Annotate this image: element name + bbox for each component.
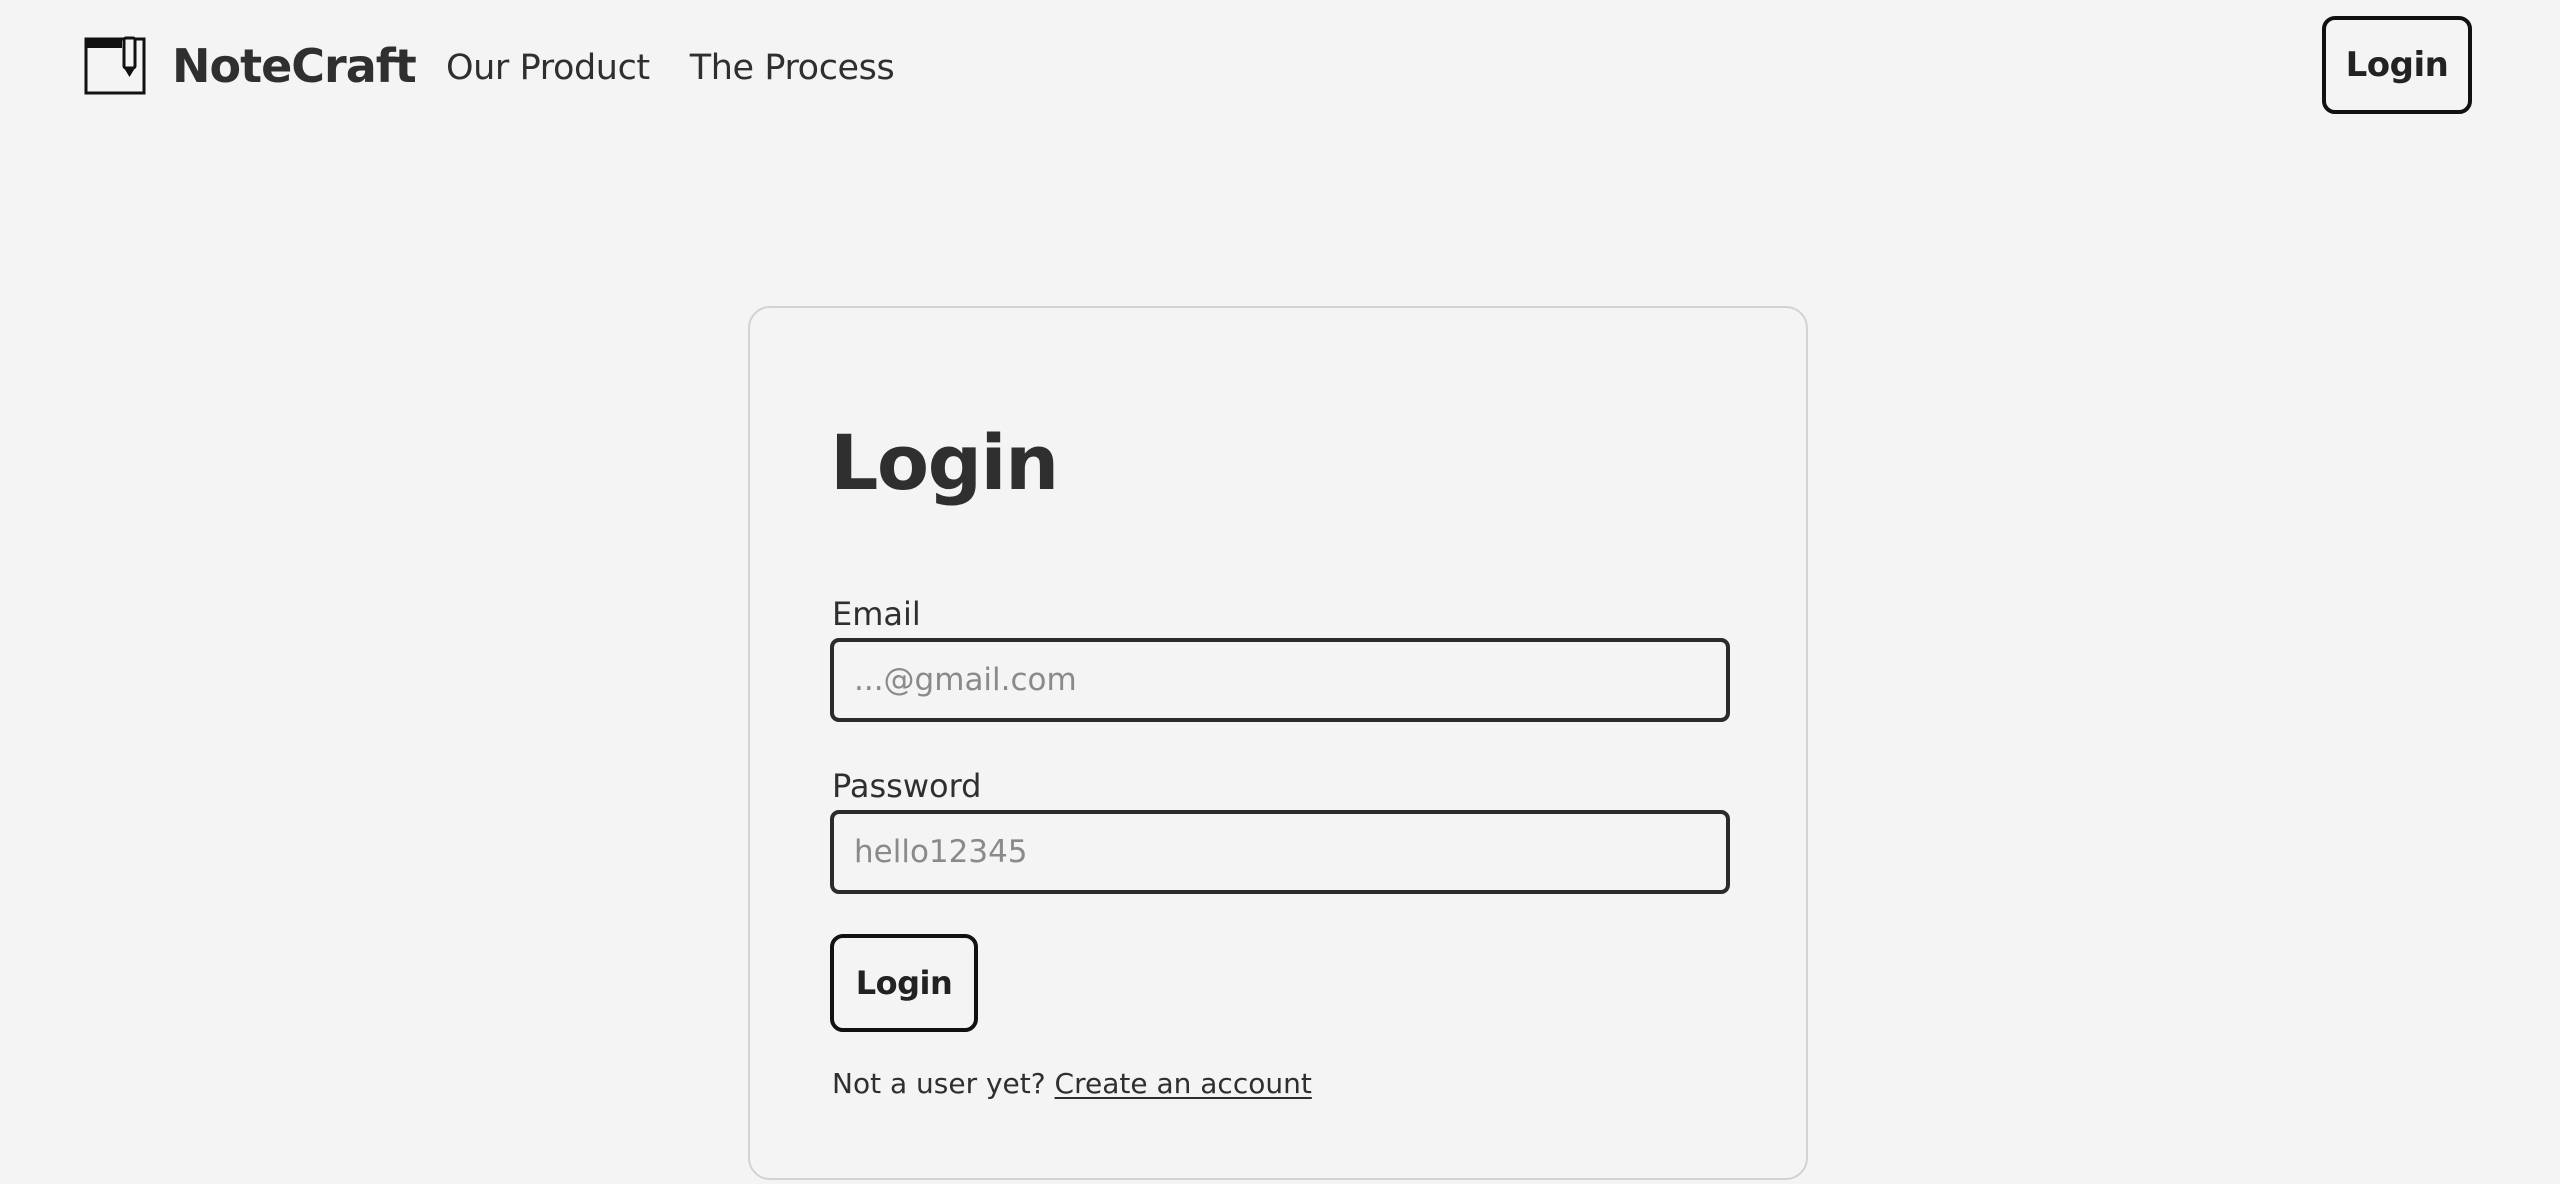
site-header: NoteCraft Our Product The Process Login [0,0,2560,136]
header-login-button[interactable]: Login [2322,16,2472,114]
notebook-pencil-icon [84,36,146,95]
main-nav: Our Product The Process [446,40,934,96]
login-card: Login Email Password Login Not a user ye… [748,306,1808,1180]
password-label: Password [832,767,982,805]
nav-link-the-process[interactable]: The Process [690,40,895,96]
login-title: Login [830,418,1059,507]
brand-name: NoteCraft [172,39,417,93]
password-input[interactable] [830,810,1730,894]
signup-prompt: Not a user yet? [832,1067,1046,1100]
email-label: Email [832,595,921,633]
signup-row: Not a user yet? Create an account [832,1064,1312,1104]
brand-logo-link[interactable]: NoteCraft [84,36,417,96]
email-input[interactable] [830,638,1730,722]
create-account-link[interactable]: Create an account [1055,1067,1312,1100]
login-submit-button[interactable]: Login [830,934,978,1032]
nav-link-our-product[interactable]: Our Product [446,40,650,96]
